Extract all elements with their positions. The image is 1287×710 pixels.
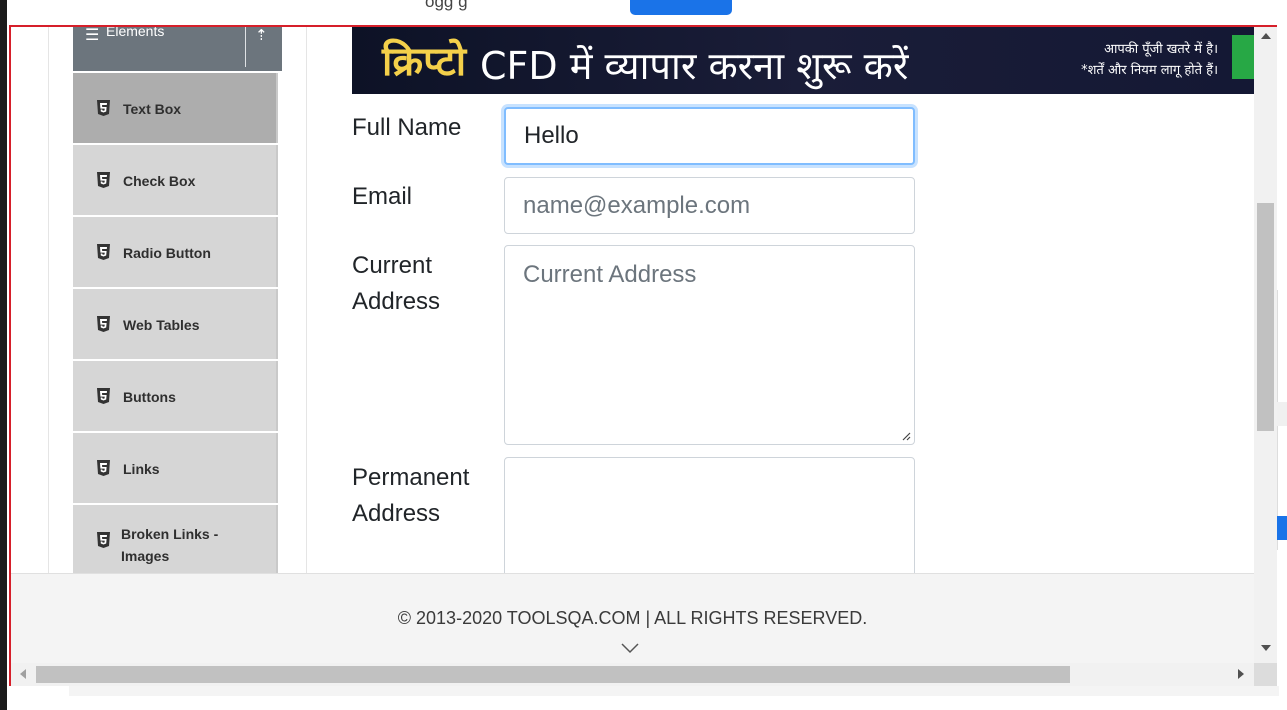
window-edge [0,0,7,710]
html5-icon [97,172,110,188]
sidebar-item-label: Web Tables [123,317,200,333]
sidebar-item-radio-button[interactable]: Radio Button [73,217,278,287]
sidebar-item-web-tables[interactable]: Web Tables [73,289,278,359]
background-blue-block [1277,516,1287,540]
browser-viewport: ☰ Elements ⇡ Text Box Check Box Radio Bu… [9,25,1279,688]
sidebar-item-text-box[interactable]: Text Box [73,73,278,143]
email-label: Email [352,183,413,210]
ad-banner[interactable]: क्रिप्टो CFD में व्यापार करना शुरू करें … [352,27,1254,94]
permanent-address-textarea[interactable] [504,457,915,573]
banner-disclaimer-line2: *शर्तें और नियम लागू होते हैं। [1081,63,1218,78]
banner-disclaimer-line1: आपकी पूँजी खतरे में है। [1104,42,1218,57]
chevron-down-icon[interactable] [621,642,639,654]
background-gray-block [1277,402,1287,426]
banner-hindi-word: क्रिप्टो [382,39,467,85]
current-address-label-line2: Address [352,288,441,315]
email-input[interactable]: name@example.com [504,177,915,234]
copyright-text: © 2013-2020 TOOLSQA.COM | ALL RIGHTS RES… [397,608,868,628]
full-name-value: Hello [524,122,579,149]
scroll-left-arrow-icon[interactable] [20,669,26,679]
sidebar-item-label: Text Box [123,101,182,117]
html5-icon [97,460,110,476]
current-address-label: Current Address [352,248,440,320]
resize-grip-icon[interactable] [901,431,911,441]
html5-icon [97,532,110,548]
background-bottom-bar [69,686,1279,696]
background-page-bottom [7,686,1287,710]
scroll-down-arrow-icon[interactable] [1261,645,1271,651]
banner-cta[interactable] [1232,35,1254,79]
header-divider [245,27,246,67]
background-text: ogg g [425,0,468,11]
html5-icon [97,316,110,332]
permanent-address-label-line2: Address [352,500,441,527]
background-blue-button[interactable] [630,0,732,15]
horizontal-scrollbar[interactable] [11,663,1254,686]
html5-icon [97,100,110,116]
sidebar-border-right [306,27,307,573]
permanent-address-label-line1: Permanent [352,464,470,491]
collapse-up-icon[interactable]: ⇡ [255,27,268,44]
scroll-up-arrow-icon[interactable] [1261,33,1271,39]
sidebar-item-label: Broken Links - Images [121,526,219,564]
html5-icon [97,244,110,260]
current-address-label-line1: Current [352,252,433,279]
background-page-strip: ogg g [7,0,1287,26]
horizontal-scroll-thumb[interactable] [36,666,1070,683]
sidebar-item-links[interactable]: Links [73,433,278,503]
scrollbar-corner [1254,663,1277,686]
html5-icon [97,388,110,404]
sidebar-item-label: Buttons [123,389,176,405]
page-footer: © 2013-2020 TOOLSQA.COM | ALL RIGHTS RES… [11,573,1254,664]
sidebar-border [48,27,49,573]
current-address-textarea[interactable]: Current Address [504,245,915,445]
sidebar-item-broken-links[interactable]: Broken Links - Images [73,505,278,573]
sidebar-item-label: Links [123,461,160,477]
scroll-right-arrow-icon[interactable] [1238,669,1244,679]
full-name-label: Full Name [352,114,462,141]
banner-main-text: CFD में व्यापार करना शुरू करें [480,44,909,88]
menu-icon: ☰ [85,27,100,44]
sidebar-item-check-box[interactable]: Check Box [73,145,278,215]
elements-group-header[interactable]: ☰ Elements ⇡ [73,27,282,71]
permanent-address-label: Permanent Address [352,460,469,532]
email-placeholder: name@example.com [523,192,751,219]
current-address-placeholder: Current Address [523,261,697,288]
sidebar-item-label: Radio Button [123,245,211,261]
vertical-scroll-thumb[interactable] [1257,203,1274,431]
vertical-scrollbar[interactable] [1254,27,1277,663]
banner-disclaimer: आपकी पूँजी खतरे में है। *शर्तें और नियम … [1081,39,1218,81]
sidebar-item-label: Check Box [123,173,196,189]
background-page-right [1277,0,1287,710]
sidebar-item-buttons[interactable]: Buttons [73,361,278,431]
full-name-input[interactable]: Hello [504,107,915,165]
page-content: ☰ Elements ⇡ Text Box Check Box Radio Bu… [11,27,1254,573]
group-label: Elements [106,27,165,39]
